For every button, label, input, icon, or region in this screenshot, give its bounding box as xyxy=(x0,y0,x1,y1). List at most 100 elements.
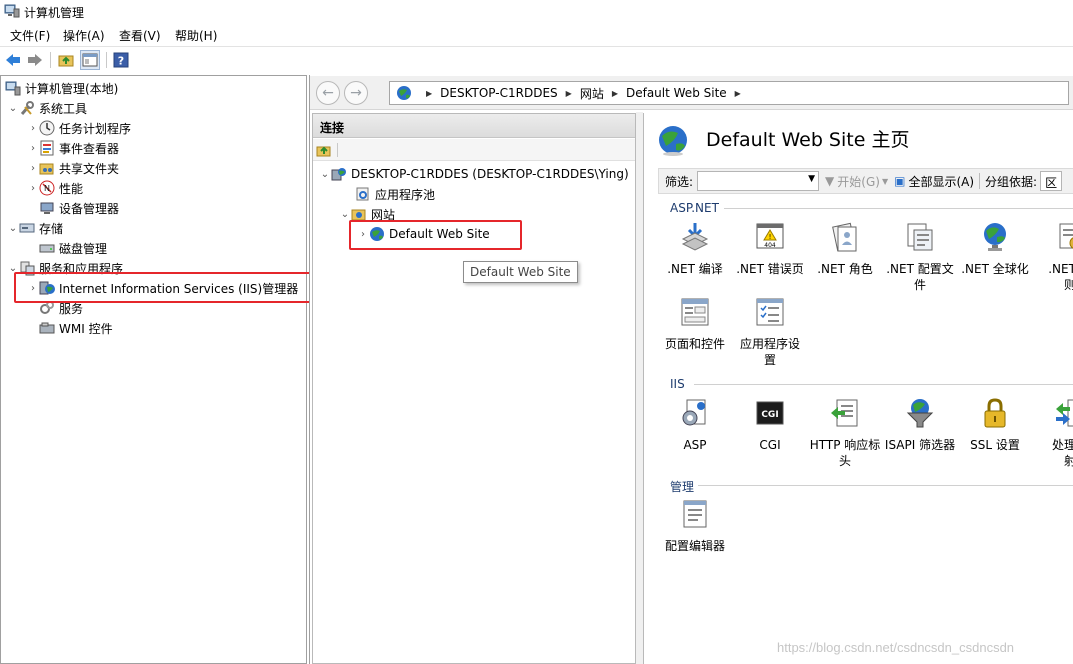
breadcrumb-default-site[interactable]: Default Web Site xyxy=(626,86,727,100)
chevron-right-icon[interactable]: › xyxy=(27,143,39,154)
home-panel: Default Web Site 主页 筛选: ▼ ▼ 开始(G) ▼ ▣ 全部… xyxy=(643,113,1073,664)
tree-item-event-viewer[interactable]: › 事件查看器 xyxy=(27,138,119,158)
tree-item-system-tools[interactable]: ⌄ 系统工具 xyxy=(7,98,87,118)
tree-item-label: 存储 xyxy=(39,221,64,236)
tree-item-label: 计算机管理(本地) xyxy=(25,81,119,96)
feature-asp[interactable]: ASP xyxy=(656,397,734,453)
feature-http-response-headers[interactable]: HTTP 响应标 头 xyxy=(806,397,884,469)
menu-help[interactable]: 帮助(H) xyxy=(175,27,217,44)
feature-app-settings[interactable]: 应用程序设 置 xyxy=(731,296,809,368)
toolbar-separator xyxy=(106,52,107,68)
connect-button[interactable] xyxy=(316,142,332,158)
tree-item-storage[interactable]: ⌄ 存储 xyxy=(7,218,63,238)
forward-button[interactable] xyxy=(25,50,45,70)
feature-configuration-editor[interactable]: 配置编辑器 xyxy=(656,498,734,554)
chevron-down-icon[interactable]: ⌄ xyxy=(7,223,19,234)
device-manager-icon xyxy=(40,202,54,214)
tree-item-disk-management[interactable]: 磁盘管理 xyxy=(39,238,107,258)
console-tree-icon xyxy=(82,53,98,67)
feature-net-error-pages[interactable]: ! 404 .NET 错误页 xyxy=(731,221,809,277)
config-editor-icon xyxy=(683,500,707,528)
breadcrumb-sites[interactable]: 网站 xyxy=(580,85,604,102)
window-title: 计算机管理 xyxy=(24,6,85,20)
asp-icon xyxy=(682,399,706,426)
feature-handler-mappings[interactable]: 处理程 射 xyxy=(1031,397,1073,469)
tree-item-label: 性能 xyxy=(59,181,84,196)
iis-back-button[interactable]: ← xyxy=(316,81,340,105)
group-by-select[interactable]: 区 xyxy=(1040,171,1063,191)
disk-icon xyxy=(39,244,55,253)
watermark: https://blog.csdn.net/csdncsdn_csdncsdn xyxy=(777,640,1015,655)
filter-input[interactable]: ▼ xyxy=(697,171,820,191)
cgi-icon-text: CGI xyxy=(761,410,778,420)
tree-item-root[interactable]: 计算机管理(本地) xyxy=(5,78,118,98)
menu-action[interactable]: 操作(A) xyxy=(63,27,105,44)
up-folder-button[interactable] xyxy=(56,50,76,70)
menu-bar: 文件(F) 操作(A) 查看(V) 帮助(H) xyxy=(0,24,1073,46)
feature-pages-controls[interactable]: 页面和控件 xyxy=(656,296,734,352)
show-hide-tree-button[interactable] xyxy=(80,50,100,70)
chevron-down-icon[interactable]: ⌄ xyxy=(319,169,331,180)
chevron-right-icon[interactable]: › xyxy=(27,163,39,174)
error-page-icon: !404 xyxy=(756,223,784,249)
feature-ssl-settings[interactable]: SSL 设置 xyxy=(956,397,1034,453)
start-filter-button[interactable]: 开始(G) xyxy=(837,173,880,190)
feature-isapi-filters[interactable]: ISAPI 筛选器 xyxy=(881,397,959,453)
tree-item-device-manager[interactable]: 设备管理器 xyxy=(39,198,119,218)
svg-text:!: ! xyxy=(769,233,772,241)
feature-label: .NET 全球化 xyxy=(961,262,1029,276)
chevron-right-icon[interactable]: › xyxy=(27,183,39,194)
section-label-iis: IIS xyxy=(670,377,685,391)
chevron-down-icon[interactable]: ⌄ xyxy=(7,103,19,114)
feature-cgi[interactable]: CGI CGI xyxy=(731,397,809,453)
dropdown-arrow-icon[interactable]: ▼ xyxy=(808,174,815,184)
tree-item-wmi[interactable]: WMI 控件 xyxy=(39,318,113,338)
back-button[interactable] xyxy=(3,50,23,70)
highlight-box-iis-manager xyxy=(14,272,321,303)
section-divider xyxy=(694,384,1073,385)
feature-net-authorization[interactable]: .NET 授 则 xyxy=(1031,221,1073,293)
storage-icon xyxy=(19,223,35,233)
chevron-right-icon[interactable]: › xyxy=(27,123,39,134)
toolbar: ? xyxy=(0,46,1073,72)
back-arrow-icon: ← xyxy=(322,85,334,101)
feature-net-profile[interactable]: .NET 配置文 件 xyxy=(881,221,959,293)
breadcrumb-arrow-icon: ▶ xyxy=(611,88,618,98)
feature-label-line2: 头 xyxy=(838,454,851,468)
help-button[interactable]: ? xyxy=(111,50,131,70)
chevron-down-icon[interactable]: ⌄ xyxy=(339,209,351,220)
address-bar[interactable]: ▶ DESKTOP-C1RDDES ▶ 网站 ▶ Default Web Sit… xyxy=(389,81,1069,105)
console-tree-panel: 计算机管理(本地) ⌄ 系统工具 › 任务计划程序 › 事件查看器 › 共享文件… xyxy=(0,75,307,664)
section-divider xyxy=(724,208,1073,209)
http-headers-icon xyxy=(831,399,858,427)
conn-item-label: DESKTOP-C1RDDES (DESKTOP-C1RDDES\Ying) xyxy=(351,167,629,181)
menu-view[interactable]: 查看(V) xyxy=(119,27,161,44)
tree-item-task-scheduler[interactable]: › 任务计划程序 xyxy=(27,118,131,138)
dropdown-arrow-icon[interactable]: ▼ xyxy=(882,177,888,186)
show-all-button[interactable]: 全部显示(A) xyxy=(908,173,974,190)
feature-label: CGI xyxy=(759,438,781,452)
panel-splitter[interactable] xyxy=(636,112,643,664)
conn-item-server[interactable]: ⌄ DESKTOP-C1RDDES (DESKTOP-C1RDDES\Ying) xyxy=(319,164,629,184)
tree-item-performance[interactable]: › N 性能 xyxy=(27,178,83,198)
menu-file[interactable]: 文件(F) xyxy=(10,27,50,44)
breadcrumb-arrow-icon: ▶ xyxy=(734,88,741,98)
section-label-management: 管理 xyxy=(670,480,695,494)
pages-controls-icon xyxy=(681,298,709,326)
feature-label: .NET 配置文 xyxy=(886,262,954,276)
feature-label: HTTP 响应标 xyxy=(809,438,881,452)
iis-forward-button[interactable]: → xyxy=(344,81,368,105)
tree-item-shared-folders[interactable]: › 共享文件夹 xyxy=(27,158,119,178)
cgi-icon: CGI xyxy=(756,401,784,425)
forward-arrow-icon xyxy=(28,54,42,66)
app-pool-icon xyxy=(356,187,369,201)
breadcrumb-server[interactable]: DESKTOP-C1RDDES xyxy=(440,86,558,100)
feature-net-compilation[interactable]: .NET 编译 xyxy=(656,221,734,277)
performance-icon: N xyxy=(39,180,55,196)
net-profile-icon xyxy=(907,223,933,251)
feature-net-roles[interactable]: .NET 角色 xyxy=(806,221,884,277)
isapi-filters-icon xyxy=(906,399,934,428)
tree-item-label: 设备管理器 xyxy=(59,201,120,216)
feature-net-globalization[interactable]: .NET 全球化 xyxy=(956,221,1034,277)
conn-item-app-pools[interactable]: 应用程序池 xyxy=(355,184,435,204)
